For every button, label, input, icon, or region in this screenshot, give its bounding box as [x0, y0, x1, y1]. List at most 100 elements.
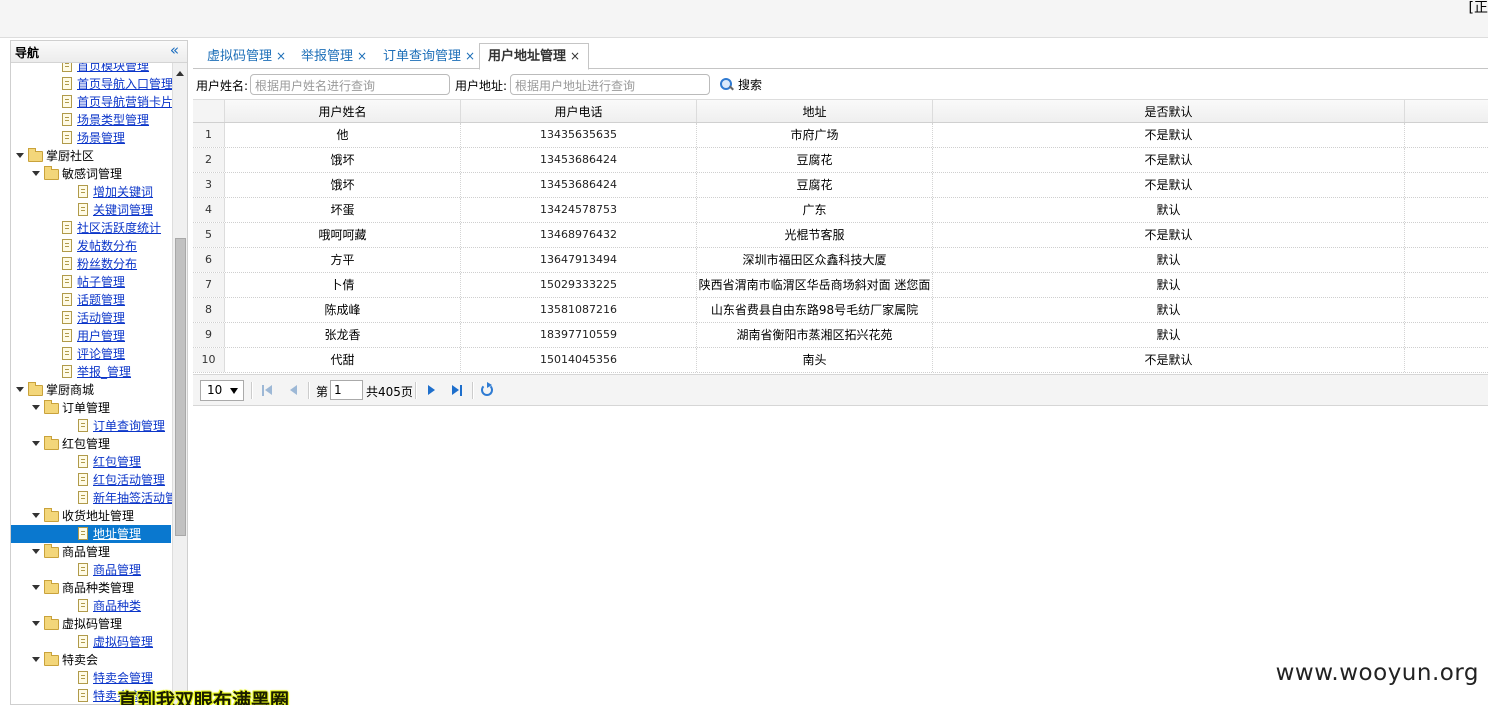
nav-folder-25[interactable]: 收货地址管理: [11, 507, 171, 525]
cell-phone: 13424578753: [461, 198, 697, 222]
nav-item-34[interactable]: 特卖会管理: [11, 669, 171, 687]
expand-arrow-icon[interactable]: [16, 153, 24, 158]
nav-folder-33[interactable]: 特卖会: [11, 651, 171, 669]
table-row[interactable]: 9 张龙香 18397710559 湖南省衡阳市蒸湘区拓兴花苑 默认: [193, 323, 1488, 348]
row-number: 4: [193, 198, 225, 222]
nav-folder-27[interactable]: 商品管理: [11, 543, 171, 561]
nav-item-12[interactable]: 帖子管理: [11, 273, 171, 291]
close-icon[interactable]: ×: [276, 49, 286, 63]
file-icon: [62, 275, 72, 288]
next-page-icon[interactable]: [425, 384, 439, 397]
nav-folder-5[interactable]: 掌厨社区: [11, 147, 171, 165]
nav-item-label: 首页导航营销卡片管: [77, 95, 186, 109]
address-search-input[interactable]: [510, 74, 710, 95]
last-page-icon[interactable]: [450, 384, 464, 397]
nav-folder-31[interactable]: 虚拟码管理: [11, 615, 171, 633]
nav-item-23[interactable]: 红包活动管理: [11, 471, 171, 489]
table-row[interactable]: 3 饿坏 13453686424 豆腐花 不是默认: [193, 173, 1488, 198]
nav-item-10[interactable]: 发帖数分布: [11, 237, 171, 255]
expand-arrow-icon[interactable]: [32, 549, 40, 554]
close-icon[interactable]: ×: [570, 49, 580, 63]
pager-separator: [415, 382, 416, 399]
table-row[interactable]: 2 饿坏 13453686424 豆腐花 不是默认: [193, 148, 1488, 173]
cell-address: 豆腐花: [697, 148, 933, 172]
nav-item-7[interactable]: 增加关键词: [11, 183, 171, 201]
nav-item-3[interactable]: 场景类型管理: [11, 111, 171, 129]
nav-item-4[interactable]: 场景管理: [11, 129, 171, 147]
close-icon[interactable]: ×: [357, 49, 367, 63]
expand-arrow-icon[interactable]: [32, 585, 40, 590]
expand-arrow-icon[interactable]: [32, 441, 40, 446]
nav-title: 导航: [15, 46, 40, 60]
nav-item-30[interactable]: 商品种类: [11, 597, 171, 615]
nav-item-14[interactable]: 活动管理: [11, 309, 171, 327]
table-row[interactable]: 10 代甜 15014045356 南头 不是默认: [193, 348, 1488, 373]
column-header-phone[interactable]: 用户电话: [461, 100, 697, 122]
nav-item-32[interactable]: 虚拟码管理: [11, 633, 171, 651]
collapse-icon[interactable]: «: [170, 41, 179, 59]
nav-item-label: 关键词管理: [93, 203, 154, 217]
nav-folder-6[interactable]: 敏感词管理: [11, 165, 171, 183]
first-page-icon[interactable]: [261, 384, 275, 397]
row-number: 3: [193, 173, 225, 197]
file-icon: [62, 63, 72, 72]
nav-item-22[interactable]: 红包管理: [11, 453, 171, 471]
nav-item-16[interactable]: 评论管理: [11, 345, 171, 363]
nav-item-15[interactable]: 用户管理: [11, 327, 171, 345]
table-row[interactable]: 4 坏蛋 13424578753 广东 默认: [193, 198, 1488, 223]
expand-arrow-icon[interactable]: [16, 387, 24, 392]
expand-arrow-icon[interactable]: [32, 513, 40, 518]
table-row[interactable]: 8 陈成峰 13581087216 山东省费县自由东路98号毛纺厂家属院 默认: [193, 298, 1488, 323]
table-row[interactable]: 5 哦呵呵藏 13468976432 光棍节客服 不是默认: [193, 223, 1488, 248]
folder-icon: [44, 580, 59, 594]
nav-item-17[interactable]: 举报_管理: [11, 363, 171, 381]
table-row[interactable]: 6 方平 13647913494 深圳市福田区众鑫科技大厦 默认: [193, 248, 1488, 273]
close-icon[interactable]: ×: [465, 49, 475, 63]
cell-default: 默认: [933, 198, 1405, 222]
file-icon: [78, 203, 88, 216]
nav-folder-29[interactable]: 商品种类管理: [11, 579, 171, 597]
expand-arrow-icon[interactable]: [32, 171, 40, 176]
tab-0[interactable]: 虚拟码管理 ×: [207, 44, 286, 69]
nav-item-0[interactable]: 首页模块管理: [11, 63, 171, 75]
tab-1[interactable]: 举报管理 ×: [301, 44, 367, 69]
nav-item-28[interactable]: 商品管理: [11, 561, 171, 579]
nav-folder-19[interactable]: 订单管理: [11, 399, 171, 417]
nav-scrollbar[interactable]: [172, 63, 187, 704]
table-row[interactable]: 1 他 13435635635 市府广场 不是默认: [193, 123, 1488, 148]
column-header-address[interactable]: 地址: [697, 100, 933, 122]
name-search-input[interactable]: [250, 74, 450, 95]
expand-arrow-icon[interactable]: [32, 405, 40, 410]
nav-item-label: 增加关键词: [93, 185, 154, 199]
nav-item-1[interactable]: 首页导航入口管理: [11, 75, 173, 93]
current-page-input[interactable]: [330, 380, 363, 400]
nav-item-8[interactable]: 关键词管理: [11, 201, 171, 219]
page-size-select[interactable]: 10: [200, 380, 244, 401]
table-row[interactable]: 7 卜倩 15029333225 陕西省渭南市临渭区华岳商场斜对面 迷您面 默认: [193, 273, 1488, 298]
column-header-default[interactable]: 是否默认: [933, 100, 1405, 122]
cell-default: 默认: [933, 298, 1405, 322]
nav-folder-21[interactable]: 红包管理: [11, 435, 171, 453]
nav-folder-18[interactable]: 掌厨商城: [11, 381, 171, 399]
nav-item-11[interactable]: 粉丝数分布: [11, 255, 171, 273]
nav-item-24[interactable]: 新年抽签活动管理: [11, 489, 187, 507]
row-number-header: [193, 100, 225, 122]
nav-item-13[interactable]: 话题管理: [11, 291, 171, 309]
scrollbar-thumb[interactable]: [175, 238, 186, 536]
expand-arrow-icon[interactable]: [32, 621, 40, 626]
nav-item-9[interactable]: 社区活跃度统计: [11, 219, 171, 237]
refresh-icon[interactable]: [481, 382, 493, 396]
row-number: 8: [193, 298, 225, 322]
column-header-name[interactable]: 用户姓名: [225, 100, 461, 122]
tab-2[interactable]: 订单查询管理 ×: [383, 44, 475, 69]
nav-item-20[interactable]: 订单查询管理: [11, 417, 171, 435]
scroll-up-arrow-icon[interactable]: [176, 71, 184, 76]
search-button[interactable]: 搜索: [720, 75, 762, 95]
expand-arrow-icon[interactable]: [32, 657, 40, 662]
nav-item-26[interactable]: 地址管理: [11, 525, 171, 543]
tab-3[interactable]: 用户地址管理 ×: [479, 43, 590, 70]
prev-page-icon[interactable]: [287, 384, 301, 397]
cell-phone: 13453686424: [461, 173, 697, 197]
search-button-label: 搜索: [738, 78, 763, 92]
nav-item-2[interactable]: 首页导航营销卡片管: [11, 93, 185, 111]
